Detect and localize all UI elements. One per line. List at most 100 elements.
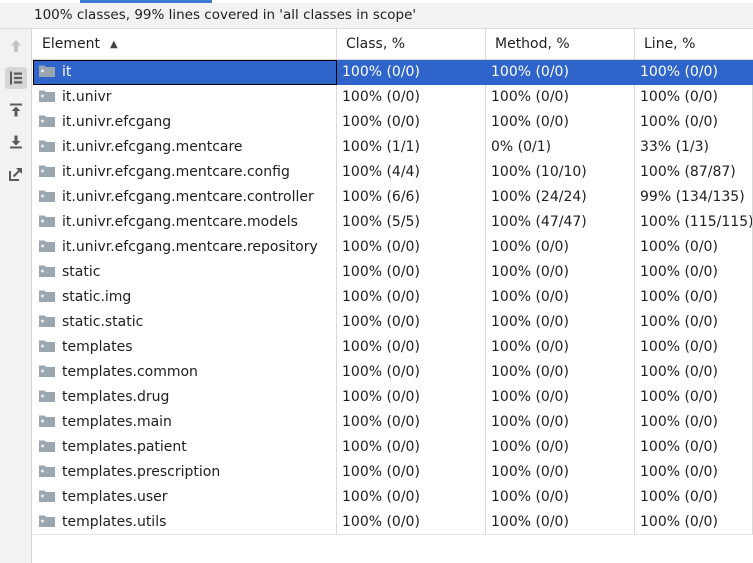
method-coverage-cell: 100% (47/47) xyxy=(486,210,635,235)
line-coverage-cell: 100% (0/0) xyxy=(635,360,753,385)
table-row[interactable]: it.univr.efcgang 100% (0/0) 100% (0/0) 100%… xyxy=(33,110,753,135)
class-coverage-cell: 100% (5/5) xyxy=(337,210,486,235)
arrow-up-icon xyxy=(8,38,24,54)
package-folder-icon xyxy=(38,63,56,84)
table-row[interactable]: static.img 100% (0/0) 100% (0/0) 100% (0/0) xyxy=(33,285,753,310)
method-coverage-cell: 100% (0/0) xyxy=(486,260,635,285)
package-folder-icon xyxy=(38,112,56,135)
sort-ascending-icon: ▲ xyxy=(109,39,118,50)
package-folder-icon xyxy=(38,512,56,534)
table-row[interactable]: templates 100% (0/0) 100% (0/0) 100% (0/0) xyxy=(33,335,753,360)
flatten-packages-button[interactable] xyxy=(5,67,27,89)
package-folder-icon xyxy=(38,87,56,110)
package-folder-icon xyxy=(38,287,56,310)
line-coverage-cell: 100% (0/0) xyxy=(635,285,753,310)
go-up-button[interactable] xyxy=(5,35,27,57)
element-name: templates.prescription xyxy=(62,464,221,480)
class-coverage-cell: 100% (0/0) xyxy=(337,310,486,335)
element-name: static.img xyxy=(62,289,132,305)
element-name: templates xyxy=(62,339,133,355)
element-cell: templates.common xyxy=(33,360,337,385)
element-name: templates.drug xyxy=(62,389,170,405)
navigate-external-icon xyxy=(8,166,24,182)
method-coverage-cell: 100% (0/0) xyxy=(486,335,635,360)
line-coverage-cell: 100% (0/0) xyxy=(635,310,753,335)
coverage-table: Element ▲ Class, % Method, % Line, % it 10… xyxy=(33,29,753,534)
element-cell: templates.prescription xyxy=(33,460,337,485)
navigate-external-button[interactable] xyxy=(5,163,27,185)
element-cell: it.univr.efcgang.mentcare.repository xyxy=(33,235,337,260)
table-row[interactable]: it.univr.efcgang.mentcare.models 100% (5/… xyxy=(33,210,753,235)
package-folder-icon xyxy=(38,387,56,410)
line-coverage-cell: 100% (115/115) xyxy=(635,210,753,235)
table-row[interactable]: static 100% (0/0) 100% (0/0) 100% (0/0) xyxy=(33,260,753,285)
export-bottom-button[interactable] xyxy=(5,131,27,153)
method-coverage-cell: 100% (0/0) xyxy=(486,360,635,385)
class-coverage-cell: 100% (0/0) xyxy=(337,410,486,435)
package-folder-icon xyxy=(38,362,56,385)
table-row[interactable]: it.univr 100% (0/0) 100% (0/0) 100% (0/0) xyxy=(33,85,753,110)
package-folder-icon xyxy=(38,487,56,510)
class-coverage-cell: 100% (0/0) xyxy=(337,485,486,510)
table-row[interactable]: static.static 100% (0/0) 100% (0/0) 100% (0… xyxy=(33,310,753,335)
method-coverage-cell: 100% (0/0) xyxy=(486,410,635,435)
column-header-line[interactable]: Line, % xyxy=(635,29,753,60)
table-row[interactable]: templates.prescription 100% (0/0) 100% (0/… xyxy=(33,460,753,485)
element-name: static xyxy=(62,264,101,280)
table-row[interactable]: it.univr.efcgang.mentcare.repository 100%… xyxy=(33,235,753,260)
class-coverage-cell: 100% (0/0) xyxy=(337,460,486,485)
column-header-method[interactable]: Method, % xyxy=(486,29,635,60)
element-cell: it.univr.efcgang.mentcare.config xyxy=(33,160,337,185)
package-folder-icon xyxy=(38,262,56,285)
method-coverage-cell: 100% (24/24) xyxy=(486,185,635,210)
method-coverage-cell: 100% (0/0) xyxy=(486,60,635,85)
method-coverage-cell: 100% (0/0) xyxy=(486,460,635,485)
element-name: templates.main xyxy=(62,414,172,430)
line-coverage-cell: 100% (87/87) xyxy=(635,160,753,185)
table-row[interactable]: it.univr.efcgang.mentcare.controller 100%… xyxy=(33,185,753,210)
element-cell: it.univr.efcgang xyxy=(33,110,337,135)
table-row[interactable]: templates.drug 100% (0/0) 100% (0/0) 100% (… xyxy=(33,385,753,410)
line-coverage-cell: 100% (0/0) xyxy=(635,385,753,410)
table-row[interactable]: templates.utils 100% (0/0) 100% (0/0) 100% … xyxy=(33,510,753,534)
element-name: it.univr.efcgang xyxy=(62,114,172,130)
line-coverage-cell: 33% (1/3) xyxy=(635,135,753,160)
table-bottom-border xyxy=(33,534,753,535)
method-coverage-cell: 100% (0/0) xyxy=(486,85,635,110)
column-header-element[interactable]: Element ▲ xyxy=(33,29,337,60)
class-coverage-cell: 100% (0/0) xyxy=(337,510,486,534)
package-folder-icon xyxy=(38,337,56,360)
class-coverage-cell: 100% (4/4) xyxy=(337,160,486,185)
class-coverage-cell: 100% (0/0) xyxy=(337,285,486,310)
class-coverage-cell: 100% (0/0) xyxy=(337,235,486,260)
method-coverage-cell: 100% (0/0) xyxy=(486,435,635,460)
column-header-class[interactable]: Class, % xyxy=(337,29,486,60)
table-row[interactable]: templates.user 100% (0/0) 100% (0/0) 100% (… xyxy=(33,485,753,510)
package-folder-icon xyxy=(38,437,56,460)
package-folder-icon xyxy=(38,412,56,435)
export-top-button[interactable] xyxy=(5,99,27,121)
export-bottom-icon xyxy=(8,134,24,150)
line-coverage-cell: 100% (0/0) xyxy=(635,85,753,110)
line-coverage-cell: 100% (0/0) xyxy=(635,410,753,435)
table-row[interactable]: it 100% (0/0) 100% (0/0) 100% (0/0) xyxy=(33,60,753,85)
table-row[interactable]: templates.common 100% (0/0) 100% (0/0) 100%… xyxy=(33,360,753,385)
line-coverage-cell: 100% (0/0) xyxy=(635,460,753,485)
line-coverage-cell: 100% (0/0) xyxy=(635,335,753,360)
table-row[interactable]: it.univr.efcgang.mentcare.config 100% (4/… xyxy=(33,160,753,185)
class-coverage-cell: 100% (0/0) xyxy=(337,110,486,135)
element-cell: templates.main xyxy=(33,410,337,435)
element-name: it xyxy=(62,64,72,80)
element-cell: it.univr.efcgang.mentcare xyxy=(33,135,337,160)
table-row[interactable]: it.univr.efcgang.mentcare 100% (1/1) 0% (0… xyxy=(33,135,753,160)
table-row[interactable]: templates.main 100% (0/0) 100% (0/0) 100% (… xyxy=(33,410,753,435)
element-name: templates.user xyxy=(62,489,168,505)
element-cell: static.static xyxy=(33,310,337,335)
flatten-packages-icon xyxy=(8,70,24,86)
line-coverage-cell: 100% (0/0) xyxy=(635,235,753,260)
package-folder-icon xyxy=(38,212,56,235)
element-name: it.univr.efcgang.mentcare.controller xyxy=(62,189,314,205)
class-coverage-cell: 100% (0/0) xyxy=(337,435,486,460)
table-row[interactable]: templates.patient 100% (0/0) 100% (0/0) 100… xyxy=(33,435,753,460)
method-coverage-cell: 100% (0/0) xyxy=(486,510,635,534)
